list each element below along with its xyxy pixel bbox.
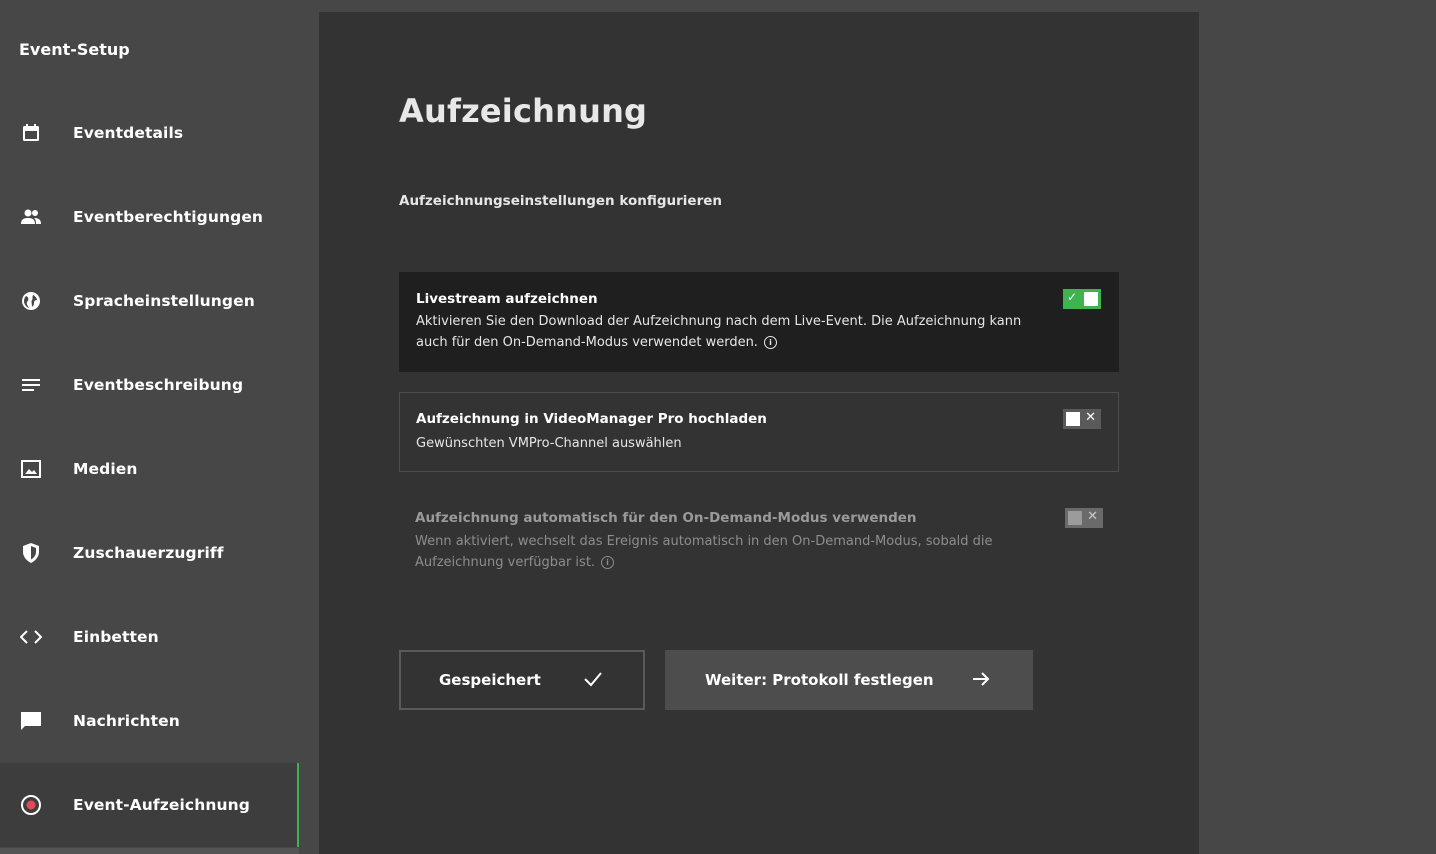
sidebar-item-event-aufzeichnung[interactable]: Event-Aufzeichnung xyxy=(0,763,299,847)
page-subtitle: Aufzeichnungseinstellungen konfigurieren xyxy=(399,193,723,209)
setting-title: Aufzeichnung automatisch für den On-Dema… xyxy=(415,510,917,526)
sidebar-item-label: Nachrichten xyxy=(73,712,180,730)
sidebar-item-label: Einbetten xyxy=(73,628,159,646)
setting-card-auto-on-demand: Aufzeichnung automatisch für den On-Dema… xyxy=(399,492,1119,592)
next-step-button-label: Weiter: Protokoll festlegen xyxy=(705,671,934,689)
globe-icon xyxy=(19,289,43,313)
calendar-icon xyxy=(19,121,43,145)
sidebar-item-nachrichten[interactable]: Nachrichten xyxy=(0,679,299,763)
setting-card-record-livestream: Livestream aufzeichnen Aktivieren Sie de… xyxy=(399,272,1119,372)
setting-description-text: Aktivieren Sie den Download der Aufzeich… xyxy=(416,314,1022,350)
info-icon[interactable]: i xyxy=(763,336,777,349)
upload-vmpro-toggle[interactable]: ✕ xyxy=(1063,409,1101,429)
page-title: Aufzeichnung xyxy=(399,92,648,130)
record-livestream-toggle[interactable]: ✓ xyxy=(1063,289,1101,309)
sidebar-scroll-edge xyxy=(0,848,299,854)
sidebar-item-eventdetails[interactable]: Eventdetails xyxy=(0,91,299,175)
sidebar-item-label: Medien xyxy=(73,460,138,478)
auto-on-demand-toggle: ✕ xyxy=(1065,508,1103,528)
code-icon xyxy=(19,625,43,649)
sidebar: Event-Setup Eventdetails Eventberechtigu… xyxy=(0,0,319,854)
check-icon: ✓ xyxy=(1067,290,1078,304)
setting-title: Aufzeichnung in VideoManager Pro hochlad… xyxy=(416,411,767,427)
sidebar-item-zuschauerzugriff[interactable]: Zuschauerzugriff xyxy=(0,511,299,595)
saved-button[interactable]: Gespeichert xyxy=(399,650,645,710)
right-background xyxy=(1199,0,1436,854)
sidebar-title: Event-Setup xyxy=(19,40,130,59)
setting-description-text: Wenn aktiviert, wechselt das Ereignis au… xyxy=(415,534,993,570)
sidebar-item-label: Eventdetails xyxy=(73,124,184,142)
close-icon: ✕ xyxy=(1085,410,1096,425)
sidebar-item-label: Event-Aufzeichnung xyxy=(73,796,250,814)
setting-card-upload-vmpro: Aufzeichnung in VideoManager Pro hochlad… xyxy=(399,392,1119,472)
shield-icon xyxy=(19,541,43,565)
sidebar-item-label: Eventberechtigungen xyxy=(73,208,264,226)
setting-description: Aktivieren Sie den Download der Aufzeich… xyxy=(416,311,1056,353)
toggle-knob xyxy=(1084,292,1098,306)
toggle-knob xyxy=(1066,412,1080,426)
text-lines-icon xyxy=(19,373,43,397)
people-icon xyxy=(19,205,43,229)
next-step-button[interactable]: Weiter: Protokoll festlegen xyxy=(665,650,1033,710)
sidebar-item-label: Spracheinstellungen xyxy=(73,292,255,310)
close-icon: ✕ xyxy=(1087,509,1098,524)
image-icon xyxy=(19,457,43,481)
saved-button-label: Gespeichert xyxy=(439,671,541,689)
setting-description: Gewünschten VMPro-Channel auswählen xyxy=(416,436,682,451)
sidebar-item-label: Eventbeschreibung xyxy=(73,376,244,394)
toggle-knob xyxy=(1068,511,1082,525)
sidebar-item-label: Zuschauerzugriff xyxy=(73,544,224,562)
main-panel: Aufzeichnung Aufzeichnungseinstellungen … xyxy=(319,12,1199,854)
arrow-right-icon xyxy=(971,669,991,693)
record-icon xyxy=(19,793,43,817)
setting-title: Livestream aufzeichnen xyxy=(416,291,598,307)
info-icon[interactable]: i xyxy=(601,556,615,569)
chat-icon xyxy=(19,709,43,733)
sidebar-item-eventberechtigungen[interactable]: Eventberechtigungen xyxy=(0,175,299,259)
setting-description: Wenn aktiviert, wechselt das Ereignis au… xyxy=(415,531,1055,573)
sidebar-item-medien[interactable]: Medien xyxy=(0,427,299,511)
sidebar-item-einbetten[interactable]: Einbetten xyxy=(0,595,299,679)
sidebar-item-eventbeschreibung[interactable]: Eventbeschreibung xyxy=(0,343,299,427)
sidebar-item-spracheinstellungen[interactable]: Spracheinstellungen xyxy=(0,259,299,343)
check-icon xyxy=(583,669,603,693)
